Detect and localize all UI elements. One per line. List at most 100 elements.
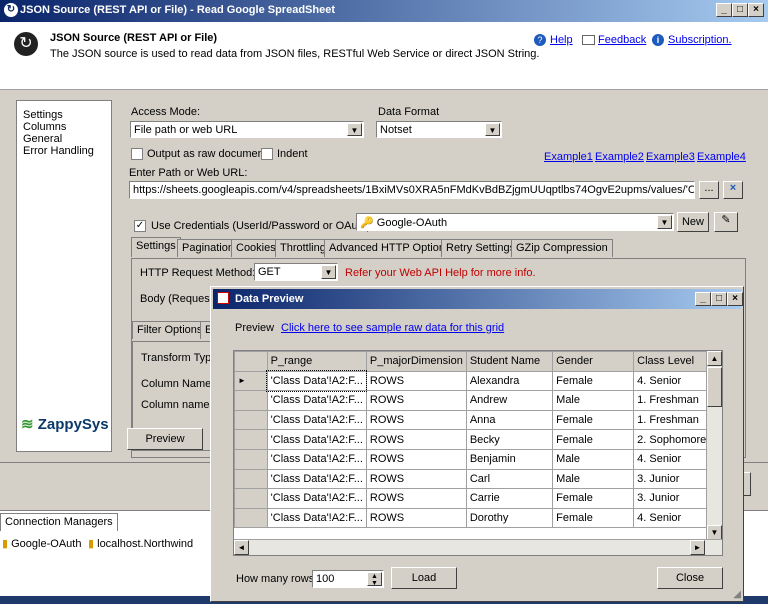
use-credentials-checkbox[interactable]: ✓	[134, 220, 146, 232]
tab-pagination[interactable]: Pagination	[177, 239, 239, 257]
scroll-up-button[interactable]: ▲	[707, 351, 722, 366]
table-row[interactable]: 'Class Data'!A2:F... ROWS Andrew Male 1. Fre…	[234, 390, 722, 411]
row-header[interactable]	[234, 390, 268, 411]
table-row[interactable]: 'Class Data'!A2:F... ROWS Carl Male 3. Junio…	[234, 468, 722, 490]
conn-google-oauth[interactable]: ▮ Google-OAuth	[2, 537, 81, 550]
new-connection-button[interactable]: New	[677, 212, 709, 232]
example2-link[interactable]: Example2	[595, 151, 644, 163]
row-header[interactable]: ►	[234, 370, 268, 392]
table-cell[interactable]: 'Class Data'!A2:F...	[266, 448, 367, 470]
table-cell[interactable]: 'Class Data'!A2:F...	[266, 429, 367, 450]
scroll-thumb[interactable]	[707, 367, 722, 407]
feedback-link[interactable]: Feedback	[598, 34, 646, 46]
tab-throttling[interactable]: Throttling	[275, 239, 331, 257]
example3-link[interactable]: Example3	[646, 151, 695, 163]
access-mode-select[interactable]: File path or web URL ▼	[130, 121, 364, 138]
table-cell[interactable]: 'Class Data'!A2:F...	[266, 507, 367, 529]
maximize-button[interactable]: □	[732, 3, 748, 17]
column-header[interactable]: Gender	[552, 351, 635, 372]
column-header[interactable]: P_majorDimension	[365, 351, 467, 372]
tab-gzip[interactable]: GZip Compression	[511, 239, 613, 257]
tab-retry[interactable]: Retry Settings	[441, 239, 521, 257]
dialog-minimize-button[interactable]: _	[695, 292, 711, 306]
close-button[interactable]: Close	[657, 567, 723, 589]
row-header[interactable]	[234, 507, 268, 529]
conn-localhost-northwind[interactable]: ▮ localhost.Northwind	[88, 537, 193, 550]
table-cell[interactable]: ROWS	[365, 448, 467, 470]
example4-link[interactable]: Example4	[697, 151, 746, 163]
table-cell[interactable]: Male	[552, 390, 635, 411]
table-cell[interactable]: ROWS	[365, 370, 467, 392]
table-row[interactable]: 'Class Data'!A2:F... ROWS Benjamin Male 4. S…	[234, 448, 722, 470]
connection-select[interactable]: 🔑 Google-OAuth ▼	[356, 213, 674, 231]
table-row[interactable]: ► 'Class Data'!A2:F... ROWS Alexandra Female…	[234, 370, 722, 392]
row-header[interactable]	[234, 409, 268, 431]
browse-button[interactable]: ...	[699, 181, 719, 199]
row-header[interactable]	[234, 429, 268, 450]
path-input[interactable]: https://sheets.googleapis.com/v4/spreads…	[129, 181, 695, 199]
table-row[interactable]: 'Class Data'!A2:F... ROWS Dorothy Female 4. …	[234, 507, 722, 529]
resize-grip-icon[interactable]: ◢	[733, 589, 741, 600]
scroll-down-button[interactable]: ▼	[707, 525, 722, 540]
table-cell[interactable]: 'Class Data'!A2:F...	[266, 409, 367, 431]
table-cell[interactable]: Carl	[465, 468, 554, 490]
table-cell[interactable]: Female	[552, 429, 635, 450]
table-cell[interactable]: Becky	[465, 429, 554, 450]
dialog-maximize-button[interactable]: □	[711, 292, 727, 306]
table-row[interactable]: 'Class Data'!A2:F... ROWS Carrie Female 3. J…	[234, 488, 722, 509]
preview-button[interactable]: Preview	[127, 428, 203, 450]
clear-path-button[interactable]: ×	[723, 181, 743, 199]
table-cell[interactable]: ROWS	[365, 488, 467, 509]
column-header[interactable]: P_range	[266, 351, 367, 372]
method-select[interactable]: GET ▼	[254, 263, 338, 281]
raw-data-link[interactable]: Click here to see sample raw data for th…	[281, 322, 504, 334]
table-cell[interactable]: Male	[552, 468, 635, 490]
minimize-button[interactable]: _	[716, 3, 732, 17]
table-cell[interactable]: Female	[552, 409, 635, 431]
scroll-left-button[interactable]: ◄	[234, 540, 249, 555]
nav-item-settings[interactable]: Settings	[23, 109, 63, 121]
tab-advanced-http[interactable]: Advanced HTTP Options	[324, 239, 456, 257]
table-cell[interactable]: 'Class Data'!A2:F...	[266, 468, 367, 490]
tab-settings[interactable]: Settings	[131, 237, 181, 257]
table-cell[interactable]: Anna	[465, 409, 554, 431]
chevron-down-icon[interactable]: ▼	[347, 123, 362, 136]
table-cell[interactable]: Female	[552, 488, 635, 509]
column-header[interactable]: Student Name	[465, 351, 554, 372]
table-cell[interactable]: Male	[552, 448, 635, 470]
help-link[interactable]: Help	[550, 34, 573, 46]
vertical-scrollbar[interactable]: ▲ ▼	[706, 351, 722, 541]
data-format-select[interactable]: Notset ▼	[376, 121, 502, 138]
scroll-right-button[interactable]: ►	[690, 540, 705, 555]
table-cell[interactable]: 'Class Data'!A2:F...	[266, 390, 367, 411]
table-cell[interactable]: Benjamin	[465, 448, 554, 470]
table-cell[interactable]: Dorothy	[465, 507, 554, 529]
table-cell[interactable]: 'Class Data'!A2:F...	[266, 370, 368, 392]
close-window-button[interactable]: ×	[748, 3, 764, 17]
table-cell[interactable]: ROWS	[365, 409, 467, 431]
chevron-down-icon[interactable]: ▼	[657, 215, 672, 229]
subscription-link[interactable]: Subscription.	[668, 34, 732, 46]
table-cell[interactable]: Female	[552, 370, 635, 392]
tab-cookies[interactable]: Cookies	[231, 239, 281, 257]
table-cell[interactable]: ROWS	[365, 468, 467, 490]
chevron-down-icon[interactable]: ▼	[485, 123, 500, 136]
spinner-icon[interactable]: ▲ ▼	[367, 572, 382, 587]
table-cell[interactable]: ROWS	[365, 507, 467, 529]
table-row[interactable]: 'Class Data'!A2:F... ROWS Anna Female 1. Fre…	[234, 409, 722, 431]
load-button[interactable]: Load	[391, 567, 457, 589]
table-cell[interactable]: Carrie	[465, 488, 554, 509]
table-cell[interactable]: ROWS	[365, 390, 467, 411]
indent-checkbox[interactable]	[261, 148, 273, 160]
row-header[interactable]	[234, 448, 268, 470]
nav-item-columns[interactable]: Columns	[23, 121, 66, 133]
tab-filter-options[interactable]: Filter Options	[132, 321, 208, 339]
horizontal-scrollbar[interactable]: ◄ ►	[234, 539, 722, 555]
row-header[interactable]	[234, 488, 268, 509]
table-cell[interactable]: Alexandra	[465, 370, 554, 392]
tab-connection-managers[interactable]: Connection Managers	[0, 513, 118, 531]
table-row[interactable]: 'Class Data'!A2:F... ROWS Becky Female 2. So…	[234, 429, 722, 450]
rows-stepper[interactable]: 100 ▲ ▼	[312, 570, 384, 588]
chevron-down-icon[interactable]: ▼	[321, 265, 336, 279]
row-header[interactable]	[234, 468, 268, 490]
